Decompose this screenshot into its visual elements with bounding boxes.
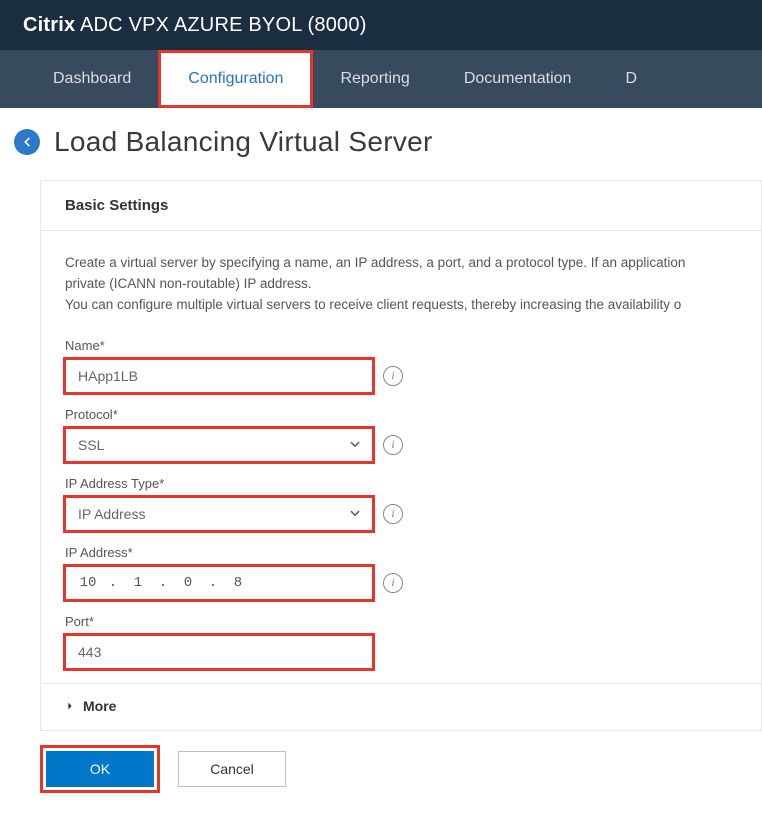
- ok-button-highlight: OK: [40, 745, 160, 793]
- nav-downloads-truncated[interactable]: D: [598, 50, 664, 108]
- chevron-down-icon: [348, 438, 362, 452]
- page-title: Load Balancing Virtual Server: [54, 126, 433, 158]
- ip-dot: .: [103, 575, 123, 591]
- more-toggle[interactable]: More: [41, 683, 761, 730]
- protocol-value: SSL: [78, 437, 104, 453]
- nav-dashboard[interactable]: Dashboard: [26, 50, 158, 108]
- iptype-select[interactable]: IP Address: [65, 497, 373, 531]
- field-ipaddress-group: IP Address* 10 . 1 . 0 . 8 i: [65, 545, 737, 600]
- basic-settings-panel: Basic Settings Create a virtual server b…: [40, 180, 762, 731]
- ok-button[interactable]: OK: [46, 751, 154, 787]
- ipaddress-input[interactable]: 10 . 1 . 0 . 8: [65, 566, 373, 600]
- name-label: Name*: [65, 338, 737, 353]
- ip-octet-4[interactable]: 8: [228, 575, 248, 591]
- button-row: OK Cancel: [0, 731, 762, 811]
- field-name-group: Name* i: [65, 338, 737, 393]
- back-button[interactable]: [14, 129, 40, 155]
- protocol-label: Protocol*: [65, 407, 737, 422]
- nav-documentation[interactable]: Documentation: [437, 50, 599, 108]
- field-iptype-group: IP Address Type* IP Address i: [65, 476, 737, 531]
- chevron-down-icon: [348, 507, 362, 521]
- ip-octet-3[interactable]: 0: [178, 575, 198, 591]
- field-port-group: Port*: [65, 614, 737, 669]
- page-header: Load Balancing Virtual Server: [0, 108, 762, 180]
- info-icon[interactable]: i: [383, 573, 403, 593]
- panel-header: Basic Settings: [41, 181, 761, 231]
- cancel-button[interactable]: Cancel: [178, 751, 286, 787]
- nav-reporting[interactable]: Reporting: [313, 50, 436, 108]
- protocol-select[interactable]: SSL: [65, 428, 373, 462]
- panel-title: Basic Settings: [65, 197, 737, 214]
- info-icon[interactable]: i: [383, 366, 403, 386]
- app-header: Citrix ADC VPX AZURE BYOL (8000): [0, 0, 762, 50]
- chevron-right-icon: [65, 701, 75, 711]
- panel-description: Create a virtual server by specifying a …: [65, 253, 737, 316]
- ip-octet-2[interactable]: 1: [128, 575, 148, 591]
- ipaddress-label: IP Address*: [65, 545, 737, 560]
- app-title: Citrix ADC VPX AZURE BYOL (8000): [23, 14, 367, 37]
- arrow-left-icon: [20, 135, 34, 149]
- port-input[interactable]: [65, 635, 373, 669]
- info-icon[interactable]: i: [383, 504, 403, 524]
- iptype-label: IP Address Type*: [65, 476, 737, 491]
- panel-body: Create a virtual server by specifying a …: [41, 231, 761, 730]
- main-nav: Dashboard Configuration Reporting Docume…: [0, 50, 762, 108]
- ip-dot: .: [153, 575, 173, 591]
- port-label: Port*: [65, 614, 737, 629]
- ip-octet-1[interactable]: 10: [78, 575, 98, 591]
- nav-configuration[interactable]: Configuration: [158, 50, 313, 108]
- more-label: More: [83, 698, 116, 714]
- name-input[interactable]: [65, 359, 373, 393]
- info-icon[interactable]: i: [383, 435, 403, 455]
- ip-dot: .: [203, 575, 223, 591]
- field-protocol-group: Protocol* SSL i: [65, 407, 737, 462]
- iptype-value: IP Address: [78, 506, 145, 522]
